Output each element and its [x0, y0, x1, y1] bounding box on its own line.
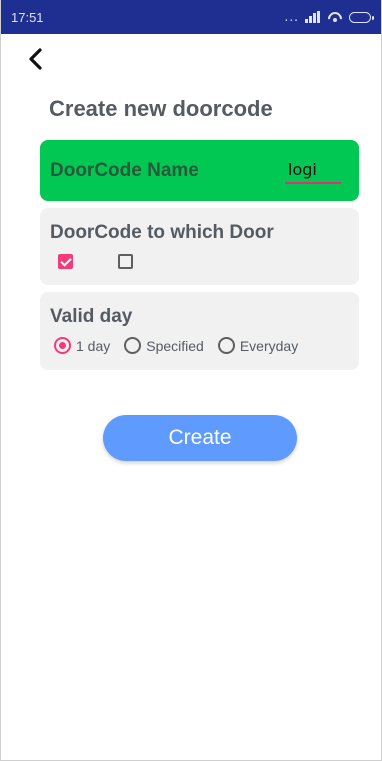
wifi-icon	[327, 11, 343, 23]
radio-unselected-icon	[124, 337, 142, 354]
doorcode-name-input[interactable]	[285, 158, 341, 184]
create-button[interactable]: Create	[103, 415, 297, 461]
radio-1-day[interactable]: 1 day	[54, 337, 110, 354]
radio-specified[interactable]: Specified	[124, 337, 204, 354]
doorcode-name-label: DoorCode Name	[50, 160, 199, 181]
radio-label: 1 day	[76, 337, 111, 354]
radio-selected-icon	[54, 337, 71, 354]
door-select-card: DoorCode to which Door	[40, 208, 359, 285]
valid-day-title: Valid day	[50, 306, 133, 327]
app-screen: 17:51 ... Create new doorcode DoorCode N…	[0, 0, 382, 761]
signal-icon	[305, 11, 321, 23]
chevron-left-icon	[29, 48, 42, 70]
status-icons: ...	[284, 10, 374, 24]
radio-unselected-icon	[217, 337, 235, 354]
page-title: Create new doorcode	[49, 96, 273, 121]
door-checkbox-1[interactable]	[58, 254, 73, 269]
radio-label: Everyday	[239, 337, 299, 354]
valid-day-options: 1 day Specified Everyday	[54, 337, 312, 354]
status-bar: 17:51 ...	[1, 0, 381, 34]
radio-everyday[interactable]: Everyday	[217, 337, 299, 354]
door-checkbox-2[interactable]	[118, 254, 133, 269]
radio-label: Specified	[146, 337, 204, 354]
battery-icon	[349, 11, 374, 23]
status-dots: ...	[284, 10, 299, 24]
doorcode-name-card: DoorCode Name	[40, 140, 359, 201]
status-time: 17:51	[11, 9, 44, 25]
door-select-title: DoorCode to which Door	[50, 222, 274, 243]
back-button[interactable]	[23, 46, 47, 72]
valid-day-card: Valid day 1 day Specified Everyday	[40, 292, 359, 370]
